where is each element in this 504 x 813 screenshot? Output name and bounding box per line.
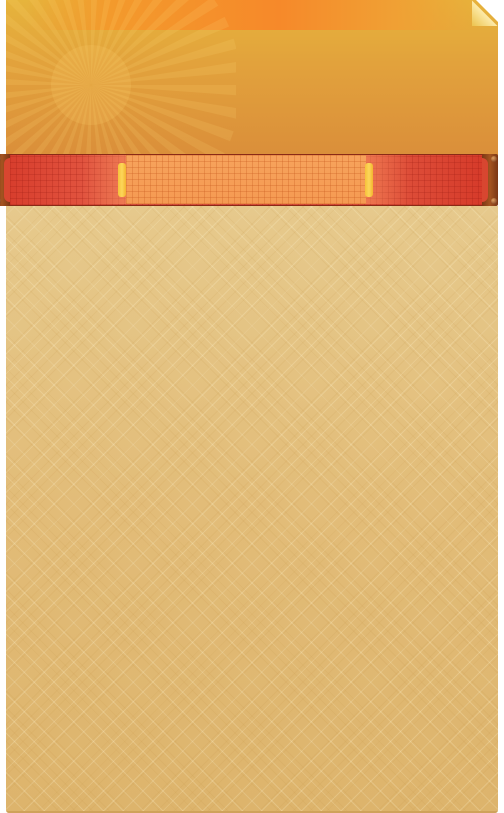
rivet-icon bbox=[0, 198, 1, 204]
sunburst-core bbox=[51, 45, 131, 125]
ribbon-title-plate bbox=[126, 155, 366, 204]
ribbon-cap-right bbox=[482, 154, 498, 206]
rivet-icon bbox=[491, 156, 497, 162]
page-fold-icon bbox=[476, 0, 498, 22]
panel-header bbox=[6, 0, 498, 158]
game-panel bbox=[6, 0, 498, 813]
rivet-icon bbox=[491, 198, 497, 204]
ribbon-cap-left bbox=[0, 154, 10, 206]
title-ribbon bbox=[0, 154, 498, 206]
panel-body bbox=[6, 206, 498, 813]
rivet-icon bbox=[0, 156, 1, 162]
ribbon-clip-right bbox=[365, 163, 373, 197]
ribbon-clip-left bbox=[118, 163, 126, 197]
sunburst-icon bbox=[6, 0, 236, 158]
